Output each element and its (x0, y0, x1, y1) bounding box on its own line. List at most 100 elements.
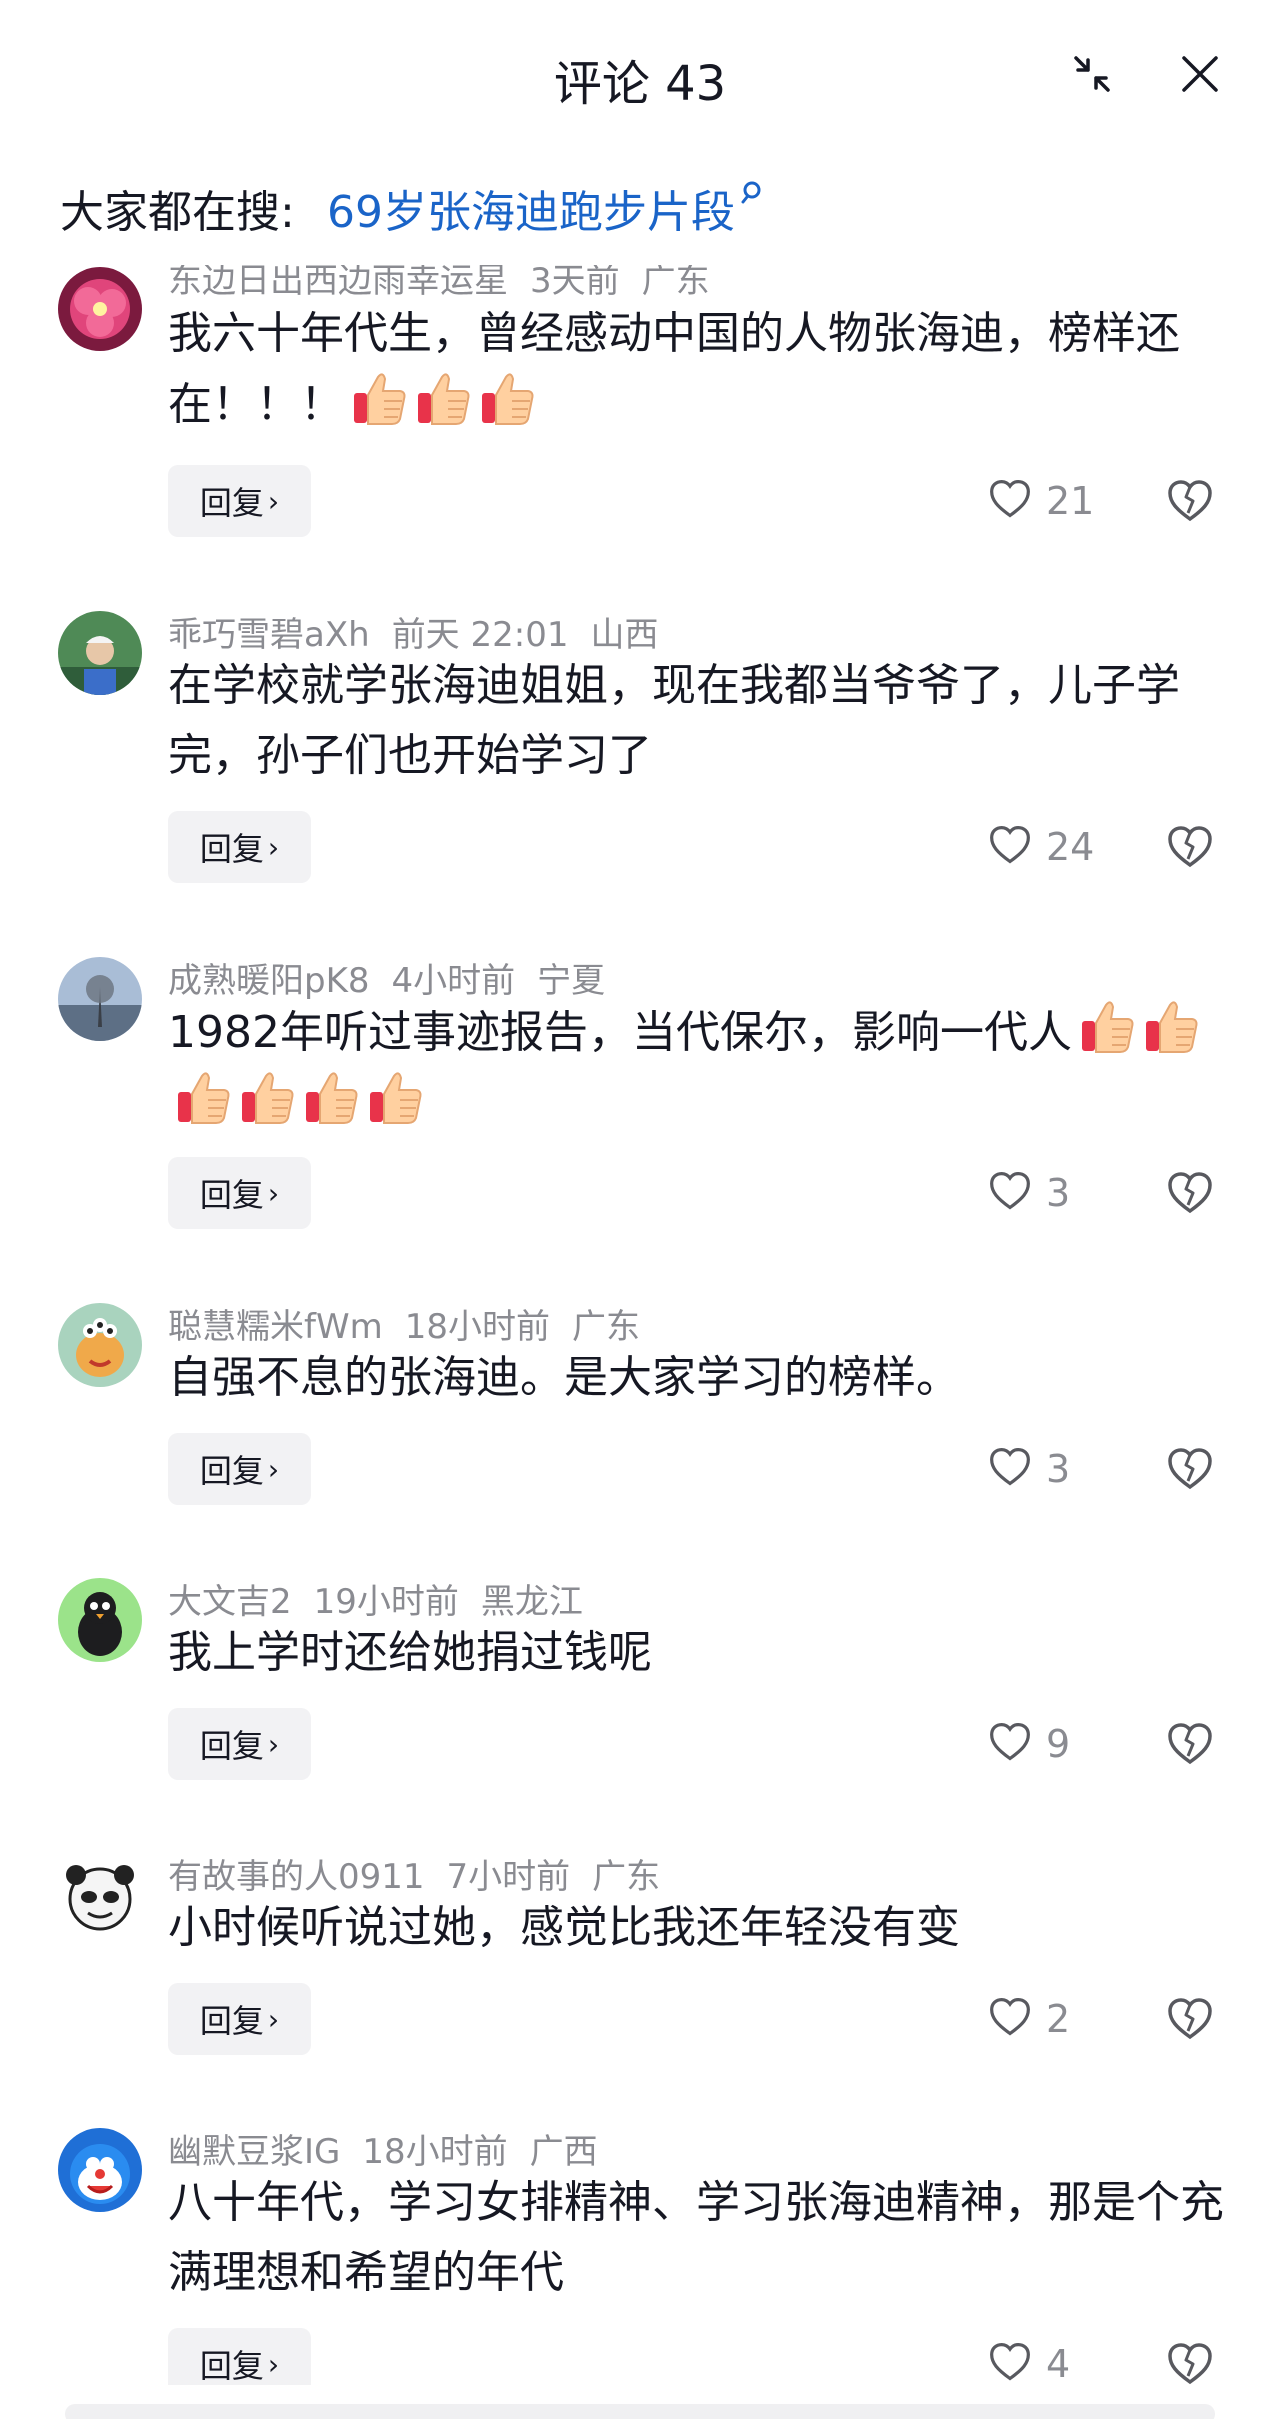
comment-meta: 东边日出西边雨幸运星 3天前 广东 (168, 265, 732, 302)
dislike-icon[interactable] (1166, 1995, 1214, 2043)
chevron-right-icon: › (267, 484, 280, 518)
chevron-right-icon: › (267, 1452, 280, 1486)
comment-username[interactable]: 聪慧糯米fWm (168, 1307, 383, 1347)
comment-location: 黑龙江 (480, 1582, 583, 1622)
avatar[interactable] (58, 1853, 142, 1937)
comment-location: 广东 (641, 265, 710, 301)
search-prefix-label: 大家都在搜: (60, 187, 295, 238)
thumbs-up-emoji-group (344, 373, 536, 430)
comment-time: 4小时前 (391, 961, 516, 1001)
comment-meta: 聪慧糯米fWm 18小时前 广东 (168, 1299, 662, 1348)
close-icon (1182, 56, 1218, 92)
chevron-right-icon: › (267, 1176, 280, 1210)
avatar[interactable] (58, 2128, 142, 2212)
like-button[interactable]: 9 (988, 1714, 1070, 1774)
dislike-icon[interactable] (1166, 823, 1214, 871)
comment-meta: 乖巧雪碧aXh 前天 22:01 山西 (168, 607, 680, 656)
thumbs-up-emoji (242, 1072, 294, 1124)
like-count: 3 (1046, 1171, 1071, 1215)
avatar[interactable] (58, 1578, 142, 1662)
dislike-icon[interactable] (1166, 1169, 1214, 1217)
comment-text-content: 自强不息的张海迪。是大家学习的榜样。 (168, 1352, 960, 1403)
like-count: 21 (1046, 479, 1095, 523)
thumbs-up-emoji (178, 1072, 230, 1124)
like-button[interactable]: 2 (988, 1989, 1070, 2049)
chevron-right-icon: › (267, 830, 280, 864)
reply-button[interactable]: 回复 › (168, 465, 311, 537)
reply-label: 回复 (199, 484, 264, 522)
comment-location: 广东 (592, 1857, 661, 1897)
thumbs-up-emoji (354, 373, 406, 425)
reply-label: 回复 (199, 1727, 264, 1765)
comment-username[interactable]: 成熟暖阳pK8 (168, 961, 370, 1001)
thumbs-up-emoji (482, 373, 534, 425)
comment-list[interactable]: 东边日出西边雨幸运星 3天前 广东 我六十年代生，曾经感动中国的人物张海迪，榜样还在… (0, 265, 1280, 2385)
dislike-icon[interactable] (1166, 1720, 1214, 1768)
like-button[interactable]: 3 (988, 1439, 1070, 1499)
thumbs-up-emoji (1145, 1001, 1198, 1053)
comment-username[interactable]: 东边日出西边雨幸运星 (168, 265, 508, 301)
heart-icon (988, 477, 1032, 525)
reply-label: 回复 (199, 830, 264, 868)
heart-icon (988, 1995, 1032, 2043)
chevron-right-icon: › (267, 2347, 280, 2381)
comment-meta: 成熟暖阳pK8 4小时前 宁夏 (168, 953, 627, 1002)
like-count: 3 (1046, 1447, 1071, 1491)
comment-time: 7小时前 (446, 1857, 571, 1897)
avatar[interactable] (58, 267, 142, 351)
comment-text-content: 在学校就学张海迪姐姐，现在我都当爷爷了，儿子学完，孙子们也开始学习了 (168, 660, 1180, 781)
avatar[interactable] (58, 611, 142, 695)
dislike-icon[interactable] (1166, 2340, 1214, 2385)
search-suggestion-link[interactable]: 69岁张海迪跑步片段 (327, 176, 767, 240)
comment-location: 山西 (590, 615, 659, 655)
comment-text-content: 我上学时还给她捐过钱呢 (168, 1627, 652, 1678)
reply-label: 回复 (199, 1452, 264, 1490)
like-count: 4 (1046, 2342, 1071, 2385)
comment-username[interactable]: 乖巧雪碧aXh (168, 615, 370, 655)
comment-location: 广东 (571, 1307, 640, 1347)
like-button[interactable]: 24 (988, 817, 1094, 877)
avatar[interactable] (58, 1303, 142, 1387)
search-icon (741, 181, 761, 204)
chevron-right-icon: › (267, 1727, 280, 1761)
close-button[interactable] (1174, 48, 1226, 100)
comment-text-content: 八十年代，学习女排精神、学习张海迪精神，那是个充满理想和希望的年代 (168, 2177, 1224, 2298)
collapse-icon (1074, 56, 1110, 92)
reply-button[interactable]: 回复 › (168, 1433, 311, 1505)
reply-button[interactable]: 回复 › (168, 1708, 311, 1780)
thumbs-up-emoji (1081, 1001, 1134, 1053)
comment-text: 八十年代，学习女排精神、学习张海迪精神，那是个充满理想和希望的年代 (168, 2168, 1228, 2308)
like-button[interactable]: 21 (988, 471, 1094, 531)
avatar[interactable] (58, 957, 142, 1041)
heart-icon (988, 1445, 1032, 1493)
comment-text: 我上学时还给她捐过钱呢 (168, 1618, 1228, 1688)
dislike-icon[interactable] (1166, 477, 1214, 525)
like-count: 24 (1046, 825, 1095, 869)
reply-button[interactable]: 回复 › (168, 1983, 311, 2055)
comment-username[interactable]: 大文吉2 (168, 1582, 292, 1622)
like-button[interactable]: 3 (988, 1163, 1070, 1223)
comment-time: 19小时前 (313, 1582, 459, 1622)
reply-button[interactable]: 回复 › (168, 2328, 311, 2385)
thumbs-up-emoji (306, 1072, 358, 1124)
thumbs-up-emoji (418, 373, 470, 425)
reply-button[interactable]: 回复 › (168, 1157, 311, 1229)
collapse-button[interactable] (1066, 48, 1118, 100)
comment-time: 18小时前 (362, 2132, 508, 2172)
comments-header: 评论 43 (0, 0, 1280, 150)
heart-icon (988, 1169, 1032, 1217)
comment-input-bar[interactable] (65, 2404, 1215, 2419)
dislike-icon[interactable] (1166, 1445, 1214, 1493)
comments-sheet: 评论 43 大家都在搜: 69岁张海迪跑步片段 东边日出西边雨幸运星 3天前 广… (0, 0, 1280, 2419)
chevron-right-icon: › (267, 2002, 280, 2036)
comment-username[interactable]: 有故事的人0911 (168, 1857, 425, 1897)
comment-meta: 大文吉2 19小时前 黑龙江 (168, 1574, 605, 1623)
comment-username[interactable]: 幽默豆浆IG (168, 2132, 340, 2172)
search-suggestion-text: 69岁张海迪跑步片段 (327, 187, 735, 238)
reply-label: 回复 (199, 1176, 264, 1214)
heart-icon (988, 1720, 1032, 1768)
reply-button[interactable]: 回复 › (168, 811, 311, 883)
comment-text: 我六十年代生，曾经感动中国的人物张海迪，榜样还在！！！ (168, 299, 1228, 440)
like-button[interactable]: 4 (988, 2334, 1070, 2385)
comment-text-content: 1982年听过事迹报告，当代保尔，影响一代人 (168, 1007, 1072, 1058)
